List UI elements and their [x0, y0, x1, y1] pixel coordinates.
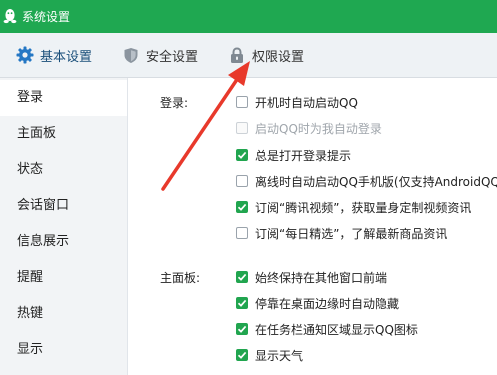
login-section-label: 登录:	[160, 96, 189, 110]
checkbox[interactable]	[236, 96, 248, 108]
option-label: 离线时自动启动QQ手机版(仅支持AndroidQQ5.	[255, 174, 497, 189]
option-subscribe-tencent-video[interactable]: 订阅“腾讯视频”，获取量身定制视频资讯	[236, 197, 471, 217]
checkbox[interactable]	[236, 149, 248, 161]
sidebar-item-hotkeys[interactable]: 热键	[0, 296, 127, 332]
option-show-login-prompt[interactable]: 总是打开登录提示	[236, 145, 351, 165]
tab-permission-settings[interactable]: 权限设置	[228, 33, 304, 77]
sidebar-item-login[interactable]: 登录	[0, 80, 127, 116]
checkbox[interactable]	[236, 349, 248, 361]
checkbox[interactable]	[236, 271, 248, 283]
qq-penguin-icon	[3, 9, 17, 24]
option-partial-next[interactable]	[236, 371, 255, 375]
gear-icon	[16, 46, 34, 64]
option-label: 停靠在桌面边缘时自动隐藏	[255, 296, 400, 311]
checkmark-icon	[237, 151, 247, 159]
sidebar-item-info-display[interactable]: 信息展示	[0, 224, 127, 260]
checkmark-icon	[237, 273, 247, 281]
sidebar-item-main-panel[interactable]: 主面板	[0, 116, 127, 152]
sidebar-item-reminder[interactable]: 提醒	[0, 260, 127, 296]
option-auto-hide-at-edge[interactable]: 停靠在桌面边缘时自动隐藏	[236, 293, 399, 313]
settings-content: 登录: 开机时自动启动QQ 启动QQ时为我自动登录 总是打开登录提示 离线时自动…	[128, 78, 497, 375]
sidebar-item-chat-window[interactable]: 会话窗口	[0, 188, 127, 224]
tab-label: 安全设置	[146, 49, 199, 65]
checkbox	[236, 122, 248, 134]
tab-basic-settings[interactable]: 基本设置	[16, 33, 92, 77]
option-label: 始终保持在其他窗口前端	[255, 270, 388, 285]
checkmark-icon	[237, 351, 247, 359]
tab-security-settings[interactable]: 安全设置	[122, 33, 198, 77]
option-show-weather[interactable]: 显示天气	[236, 345, 303, 365]
sidebar: 登录 主面板 状态 会话窗口 信息展示 提醒 热键 显示	[0, 78, 128, 375]
option-label: 订阅“每日精选”，了解最新商品资讯	[255, 226, 448, 241]
option-offline-mobile-qq[interactable]: 离线时自动启动QQ手机版(仅支持AndroidQQ5.	[236, 171, 497, 191]
title-bar: 系统设置	[0, 0, 497, 33]
option-auto-start-on-boot[interactable]: 开机时自动启动QQ	[236, 92, 358, 112]
option-label: 启动QQ时为我自动登录	[255, 121, 382, 136]
sidebar-item-status[interactable]: 状态	[0, 152, 127, 188]
tab-label: 权限设置	[252, 49, 305, 65]
option-label: 在任务栏通知区域显示QQ图标	[255, 322, 418, 337]
shield-icon	[122, 46, 140, 64]
tab-bar: 基本设置 安全设置 权限设置	[0, 33, 497, 78]
option-show-tray-icon[interactable]: 在任务栏通知区域显示QQ图标	[236, 319, 418, 339]
option-auto-login: 启动QQ时为我自动登录	[236, 118, 382, 138]
option-label: 显示天气	[255, 348, 304, 363]
window-title: 系统设置	[22, 10, 71, 24]
option-subscribe-daily-picks[interactable]: 订阅“每日精选”，了解最新商品资讯	[236, 223, 447, 243]
checkbox[interactable]	[236, 201, 248, 213]
checkbox[interactable]	[236, 227, 248, 239]
checkmark-icon	[237, 325, 247, 333]
main-panel-section-label: 主面板:	[160, 271, 201, 285]
tab-label: 基本设置	[40, 49, 93, 65]
option-label: 订阅“腾讯视频”，获取量身定制视频资讯	[255, 200, 472, 215]
checkbox[interactable]	[236, 175, 248, 187]
checkmark-icon	[237, 203, 247, 211]
checkmark-icon	[237, 299, 247, 307]
checkbox[interactable]	[236, 297, 248, 309]
option-always-on-top[interactable]: 始终保持在其他窗口前端	[236, 267, 387, 287]
checkbox[interactable]	[236, 323, 248, 335]
lock-icon	[228, 46, 246, 64]
option-label: 总是打开登录提示	[255, 148, 352, 163]
option-label: 开机时自动启动QQ	[255, 95, 358, 110]
sidebar-item-display[interactable]: 显示	[0, 332, 127, 368]
